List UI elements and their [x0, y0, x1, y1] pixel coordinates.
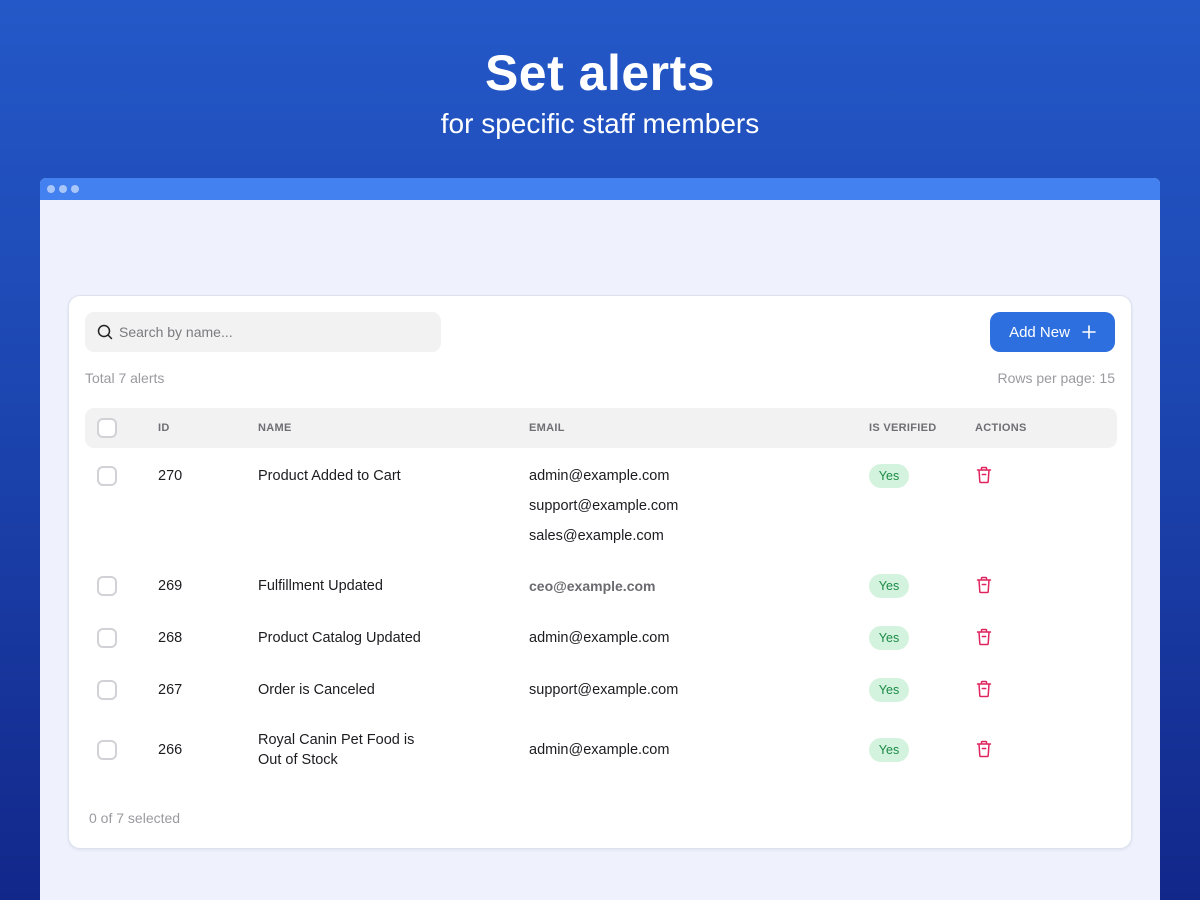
row-name-line: Out of Stock	[258, 752, 338, 768]
selection-count: 0 of 7 selected	[89, 810, 181, 826]
table-header: ID NAME EMAIL IS VERIFIED ACTIONS	[85, 408, 1117, 448]
table-row: 267 Order is Canceled support@example.co…	[85, 678, 1117, 704]
trash-icon[interactable]	[976, 740, 992, 758]
row-checkbox[interactable]	[97, 740, 117, 760]
table-row: 266 Royal Canin Pet Food is Out of Stock…	[85, 730, 1117, 774]
total-alerts-count: Total 7 alerts	[85, 370, 165, 386]
row-name: Product Added to Cart	[258, 468, 401, 484]
table-row: 270 Product Added to Cart admin@example.…	[85, 464, 1117, 556]
row-email: support@example.com	[529, 498, 679, 514]
verified-badge: Yes	[869, 574, 909, 598]
row-emails: admin@example.com support@example.com sa…	[529, 461, 678, 551]
row-email: sales@example.com	[529, 528, 664, 544]
select-all-checkbox[interactable]	[97, 418, 117, 438]
trash-icon[interactable]	[976, 680, 992, 698]
row-name: Royal Canin Pet Food is Out of Stock	[258, 730, 414, 770]
header-id[interactable]: ID	[158, 422, 170, 434]
header-actions: ACTIONS	[975, 422, 1027, 434]
row-id: 269	[158, 578, 183, 594]
row-checkbox[interactable]	[97, 628, 117, 648]
row-checkbox[interactable]	[97, 680, 117, 700]
rows-per-page[interactable]: Rows per page: 15	[997, 370, 1115, 386]
row-email: support@example.com	[529, 682, 679, 698]
window-dot-close[interactable]	[47, 185, 55, 193]
search-input[interactable]	[119, 324, 419, 340]
row-checkbox[interactable]	[97, 576, 117, 596]
verified-badge: Yes	[869, 464, 909, 488]
app-window: Add New Total 7 alerts Rows per page: 15…	[40, 178, 1160, 900]
row-checkbox[interactable]	[97, 466, 117, 486]
add-new-label: Add New	[1009, 323, 1070, 341]
table-row: 268 Product Catalog Updated admin@exampl…	[85, 626, 1117, 652]
row-id: 268	[158, 630, 183, 646]
verified-badge: Yes	[869, 626, 909, 650]
window-dot-maximize[interactable]	[71, 185, 79, 193]
row-id: 270	[158, 468, 183, 484]
header-is-verified[interactable]: IS VERIFIED	[869, 422, 936, 434]
trash-icon[interactable]	[976, 576, 992, 594]
row-name-line: Royal Canin Pet Food is	[258, 732, 415, 748]
verified-badge: Yes	[869, 738, 909, 762]
row-email: admin@example.com	[529, 630, 670, 646]
plus-icon	[1082, 325, 1096, 339]
add-new-button[interactable]: Add New	[990, 312, 1115, 352]
hero-subtitle: for specific staff members	[440, 108, 760, 139]
search-icon	[97, 324, 113, 340]
row-name: Product Catalog Updated	[258, 630, 421, 646]
header-name[interactable]: NAME	[258, 422, 292, 434]
window-title-bar	[40, 178, 1160, 200]
trash-icon[interactable]	[976, 628, 992, 646]
row-id: 267	[158, 682, 183, 698]
row-email: ceo@example.com	[529, 578, 656, 594]
hero-title: Set alerts	[484, 45, 716, 101]
row-email: admin@example.com	[529, 468, 670, 484]
verified-badge: Yes	[869, 678, 909, 702]
row-name: Fulfillment Updated	[258, 578, 383, 594]
table-row: 269 Fulfillment Updated ceo@example.com …	[85, 574, 1117, 600]
trash-icon[interactable]	[976, 466, 992, 484]
row-name: Order is Canceled	[258, 682, 375, 698]
row-email: admin@example.com	[529, 742, 670, 758]
search-box[interactable]	[85, 312, 441, 352]
alerts-card: Add New Total 7 alerts Rows per page: 15…	[68, 295, 1132, 849]
window-dot-minimize[interactable]	[59, 185, 67, 193]
row-id: 266	[158, 742, 183, 758]
header-email[interactable]: EMAIL	[529, 422, 565, 434]
